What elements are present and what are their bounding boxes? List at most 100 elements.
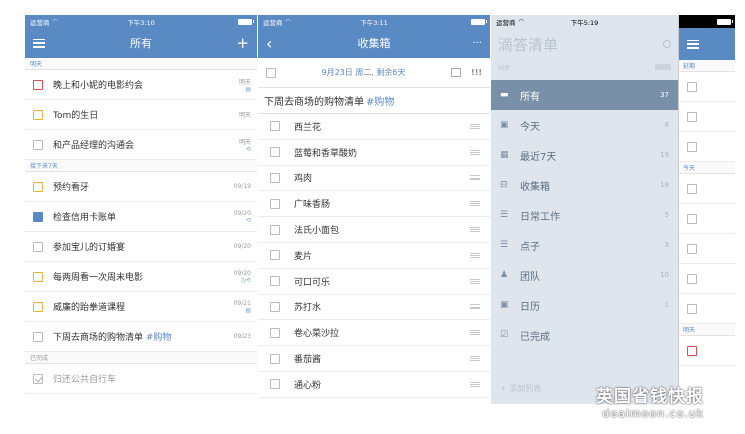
- menu-item[interactable]: ▬ 所有 37: [491, 80, 678, 110]
- task-checkbox[interactable]: [687, 183, 697, 194]
- checklist-item[interactable]: 卷心菜沙拉: [258, 320, 490, 347]
- checklist-item[interactable]: 通心粉: [258, 372, 490, 398]
- item-checkbox[interactable]: [270, 224, 280, 235]
- more-button[interactable]: ···: [472, 28, 482, 58]
- item-title[interactable]: 法氏小面包: [294, 223, 470, 236]
- item-checkbox[interactable]: [270, 379, 280, 390]
- drag-handle-icon[interactable]: [470, 227, 480, 233]
- task-checkbox[interactable]: [33, 331, 43, 342]
- drag-handle-icon[interactable]: [470, 252, 480, 258]
- menu-item[interactable]: ☰ 日常工作 5: [491, 200, 678, 230]
- item-title[interactable]: 通心粉: [294, 378, 470, 391]
- checklist-item[interactable]: 鸡肉: [258, 166, 490, 192]
- task-tag[interactable]: #购物: [366, 93, 394, 108]
- drag-handle-icon[interactable]: [470, 175, 480, 181]
- drag-handle-icon[interactable]: [470, 304, 480, 310]
- task-row[interactable]: 每两周看一次周末电影 09/20 ◷⟲: [25, 262, 257, 292]
- checklist-item[interactable]: 苏打水: [258, 295, 490, 321]
- task-checkbox[interactable]: [687, 273, 697, 284]
- peek-task[interactable]: [679, 174, 735, 204]
- task-title[interactable]: 和产品经理的沟通会: [53, 138, 239, 151]
- task-checkbox[interactable]: [33, 109, 43, 120]
- task-title[interactable]: 参加宝儿的订婚宴: [53, 240, 234, 253]
- item-checkbox[interactable]: [270, 147, 280, 158]
- task-title[interactable]: 晚上和小妮的电影约会: [53, 78, 239, 91]
- menu-button[interactable]: [33, 28, 45, 58]
- search-icon[interactable]: [663, 40, 671, 48]
- task-checkbox[interactable]: [33, 241, 43, 252]
- item-title[interactable]: 蓝莓和香草酸奶: [294, 146, 470, 159]
- hamburger-icon[interactable]: [687, 39, 699, 49]
- task-checkbox[interactable]: [687, 81, 697, 92]
- due-date[interactable]: 9月23日 周二, 剩余6天: [276, 67, 451, 78]
- item-checkbox[interactable]: [270, 250, 280, 261]
- peek-task[interactable]: [679, 132, 735, 162]
- checklist-item[interactable]: 法氏小面包: [258, 217, 490, 243]
- drag-handle-icon[interactable]: [470, 201, 480, 207]
- task-checkbox[interactable]: [687, 213, 697, 224]
- drag-handle-icon[interactable]: [470, 278, 480, 284]
- checklist-item[interactable]: 番茄酱: [258, 346, 490, 372]
- drag-handle-icon[interactable]: [470, 356, 480, 362]
- peek-task[interactable]: [679, 204, 735, 234]
- task-checkbox[interactable]: [33, 181, 43, 192]
- peek-task[interactable]: [679, 234, 735, 264]
- settings-toggle[interactable]: [655, 64, 671, 70]
- peek-task[interactable]: [679, 72, 735, 102]
- task-checkbox[interactable]: [687, 303, 697, 314]
- task-checkbox[interactable]: [266, 67, 276, 78]
- task-row[interactable]: 归还公共自行车: [25, 364, 257, 394]
- menu-item[interactable]: ▦ 最近7天 19: [491, 140, 678, 170]
- item-checkbox[interactable]: [270, 198, 280, 209]
- task-checkbox[interactable]: [33, 139, 43, 150]
- item-checkbox[interactable]: [270, 121, 280, 132]
- drag-handle-icon[interactable]: [470, 381, 480, 387]
- task-title[interactable]: Tom的生日: [53, 108, 239, 121]
- item-title[interactable]: 广味香肠: [294, 197, 470, 210]
- task-row[interactable]: 预约看牙 09/19: [25, 172, 257, 202]
- item-checkbox[interactable]: [270, 276, 280, 287]
- task-checkbox[interactable]: [687, 111, 697, 122]
- task-row[interactable]: 威廉的跆拳道课程 09/21 ▤: [25, 292, 257, 322]
- menu-item[interactable]: ▣ 今天 8: [491, 110, 678, 140]
- task-checkbox[interactable]: [33, 211, 43, 222]
- task-checkbox[interactable]: [33, 271, 43, 282]
- item-title[interactable]: 西兰花: [294, 120, 470, 133]
- checklist-item[interactable]: 蓝莓和香草酸奶: [258, 140, 490, 166]
- checklist-item[interactable]: 广味香肠: [258, 191, 490, 218]
- task-title[interactable]: 每两周看一次周末电影: [53, 270, 234, 283]
- task-tag[interactable]: #购物: [146, 333, 172, 343]
- task-title[interactable]: 下周去商场的购物清单 #购物: [258, 88, 490, 114]
- peek-task[interactable]: [679, 336, 735, 366]
- drag-handle-icon[interactable]: [470, 149, 480, 155]
- priority-icon[interactable]: !!!: [471, 68, 482, 77]
- add-list-button[interactable]: + 添加列表: [500, 383, 541, 394]
- task-title[interactable]: 检查信用卡账单: [53, 210, 234, 223]
- back-button[interactable]: ‹: [266, 28, 272, 58]
- drag-handle-icon[interactable]: [470, 123, 480, 129]
- task-checkbox[interactable]: [687, 345, 697, 356]
- task-checkbox[interactable]: [33, 79, 43, 90]
- task-title[interactable]: 下周去商场的购物清单 #购物: [53, 330, 234, 343]
- peek-task[interactable]: [679, 264, 735, 294]
- item-title[interactable]: 可口可乐: [294, 275, 470, 288]
- menu-item[interactable]: ☰ 点子 3: [491, 230, 678, 260]
- peek-task[interactable]: [679, 294, 735, 324]
- menu-item[interactable]: ⊟ 收集箱 18: [491, 170, 678, 200]
- item-title[interactable]: 番茄酱: [294, 352, 470, 365]
- task-row[interactable]: 和产品经理的沟通会 明天 ⟲: [25, 130, 257, 160]
- task-checkbox[interactable]: [33, 301, 43, 312]
- item-title[interactable]: 麦片: [294, 249, 470, 262]
- task-checkbox[interactable]: [33, 373, 43, 384]
- menu-item[interactable]: ♟ 团队 10: [491, 260, 678, 290]
- item-checkbox[interactable]: [270, 327, 280, 338]
- task-row[interactable]: 晚上和小妮的电影约会 明天 ▤: [25, 70, 257, 100]
- item-checkbox[interactable]: [270, 301, 280, 312]
- task-list-peek[interactable]: 延期 今天 明天: [678, 15, 735, 404]
- task-row[interactable]: 参加宝儿的订婚宴 09/20: [25, 232, 257, 262]
- drag-handle-icon[interactable]: [470, 330, 480, 336]
- item-checkbox[interactable]: [270, 172, 280, 183]
- menu-item[interactable]: ☑ 已完成: [491, 320, 678, 350]
- task-title[interactable]: 威廉的跆拳道课程: [53, 300, 234, 313]
- checklist-item[interactable]: 西兰花: [258, 114, 490, 140]
